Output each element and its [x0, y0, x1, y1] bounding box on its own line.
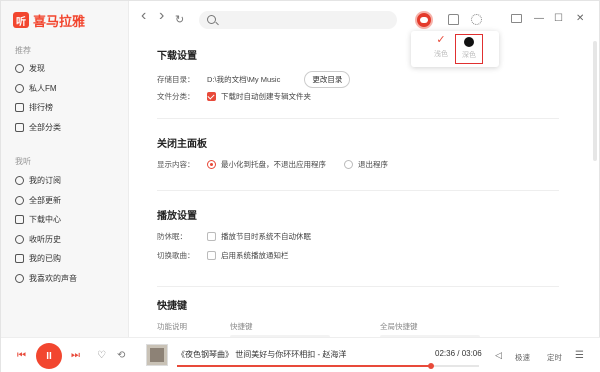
- minimize-tray-radio[interactable]: [207, 160, 216, 169]
- mini-mode-icon[interactable]: [511, 14, 522, 23]
- close-panel-title: 关闭主面板: [157, 139, 207, 150]
- search-icon: [207, 15, 216, 24]
- sidebar-item-subscriptions[interactable]: 我的订阅: [15, 171, 77, 191]
- loop-mode-button[interactable]: ⟲: [117, 350, 125, 361]
- playlist-button[interactable]: ☰: [575, 350, 584, 361]
- heart-icon: [15, 273, 24, 283]
- radio-icon: [15, 83, 24, 93]
- exit-program-radio[interactable]: [344, 160, 353, 169]
- sidebar: 听 喜马拉雅 推荐 发现 私人FM 排行榜 全部分类 我听 我的订阅 全部更新 …: [1, 1, 129, 337]
- progress-fill: [177, 365, 431, 367]
- close-button[interactable]: ✕: [576, 13, 584, 24]
- next-button[interactable]: ⏭: [71, 350, 80, 361]
- timer-button[interactable]: 定时: [547, 352, 562, 363]
- recommend-nav: 发现 私人FM 排行榜 全部分类: [15, 59, 61, 137]
- hotkey-header: 功能说明 快捷键 全局快捷键: [157, 321, 418, 332]
- settings-panel: 下载设置 存储目录： D:\我的文档\My Music 更改目录 文件分类： 下…: [129, 39, 599, 337]
- no-sleep-text: 播放节目时系统不自动休眠: [221, 232, 311, 241]
- exit-program-text: 退出程序: [358, 160, 388, 169]
- chart-icon: [15, 103, 24, 113]
- col-function: 功能说明: [157, 322, 187, 331]
- forward-button[interactable]: ›: [159, 8, 164, 24]
- app-logo[interactable]: 听 喜马拉雅: [13, 11, 85, 29]
- sidebar-item-ranking[interactable]: 排行榜: [15, 98, 61, 118]
- logo-text: 喜马拉雅: [33, 13, 86, 29]
- sidebar-item-fm[interactable]: 私人FM: [15, 79, 61, 99]
- notify-bar-checkbox[interactable]: [207, 251, 216, 260]
- subscribe-icon: [15, 176, 24, 186]
- minimize-tray-text: 最小化到托盘，不退出应用程序: [221, 160, 326, 169]
- sidebar-item-purchased[interactable]: 我的已购: [15, 249, 77, 269]
- refresh-icon: [15, 195, 24, 205]
- search-input[interactable]: [199, 11, 397, 29]
- switch-label: 切换歌曲：: [157, 251, 195, 260]
- sidebar-item-downloads[interactable]: 下载中心: [15, 210, 77, 230]
- download-title: 下载设置: [157, 51, 197, 62]
- song-title: 《夜色钢琴曲》 世间美好与你环环相扣 - 赵海洋: [177, 350, 347, 359]
- sleep-label: 防休眠：: [157, 232, 187, 241]
- download-icon: [15, 215, 24, 225]
- bag-icon: [15, 254, 24, 264]
- album-folder-text: 下载时自动创建专辑文件夹: [221, 92, 311, 101]
- maximize-button[interactable]: ☐: [554, 13, 563, 24]
- like-button[interactable]: ♡: [97, 350, 106, 361]
- sidebar-item-discover[interactable]: 发现: [15, 59, 61, 79]
- sidebar-item-categories[interactable]: 全部分类: [15, 118, 61, 138]
- refresh-button[interactable]: ↻: [175, 13, 184, 27]
- album-cover[interactable]: [146, 344, 168, 366]
- category-label: 文件分类：: [157, 92, 195, 101]
- col-global: 全局快捷键: [380, 322, 418, 331]
- mine-nav: 我的订阅 全部更新 下载中心 收听历史 我的已购 我喜欢的声音: [15, 171, 77, 288]
- sidebar-item-updates[interactable]: 全部更新: [15, 191, 77, 211]
- avatar[interactable]: [415, 11, 433, 29]
- sidebar-item-history[interactable]: 收听历史: [15, 230, 77, 250]
- album-folder-checkbox[interactable]: [207, 92, 216, 101]
- dir-label: 存储目录：: [157, 75, 195, 84]
- section-title-mine: 我听: [15, 157, 31, 166]
- quality-button[interactable]: 极速: [515, 352, 530, 363]
- minimize-button[interactable]: —: [534, 13, 544, 24]
- volume-icon[interactable]: ◁: [495, 350, 502, 361]
- hotkey-settings: 快捷键 功能说明 快捷键 全局快捷键: [157, 297, 559, 337]
- back-button[interactable]: ‹: [141, 8, 146, 24]
- display-label: 显示内容：: [157, 160, 195, 169]
- clock-icon: [15, 234, 24, 244]
- change-dir-button[interactable]: 更改目录: [304, 71, 351, 88]
- grid-icon: [15, 122, 24, 132]
- skin-icon[interactable]: [448, 14, 459, 25]
- player-bar: ⏮ II ⏭ ♡ ⟲ 《夜色钢琴曲》 世间美好与你环环相扣 - 赵海洋 02:3…: [1, 337, 600, 372]
- play-pause-button[interactable]: II: [36, 343, 62, 369]
- app-window: 听 喜马拉雅 推荐 发现 私人FM 排行榜 全部分类 我听 我的订阅 全部更新 …: [0, 0, 600, 372]
- no-sleep-checkbox[interactable]: [207, 232, 216, 241]
- compass-icon: [15, 64, 24, 74]
- logo-icon: 听: [13, 12, 29, 28]
- hotkey-title: 快捷键: [157, 301, 187, 312]
- notify-bar-text: 启用系统播放通知栏: [221, 251, 289, 260]
- progress-knob[interactable]: [427, 363, 434, 369]
- play-time: 02:36 / 03:06: [435, 349, 482, 358]
- gear-icon[interactable]: [471, 14, 482, 25]
- progress-bar[interactable]: [177, 363, 479, 369]
- playback-settings: 播放设置 防休眠： 播放节目时系统不自动休眠 切换歌曲： 启用系统播放通知栏: [157, 207, 559, 287]
- col-hotkey: 快捷键: [230, 322, 253, 331]
- close-panel-settings: 关闭主面板 显示内容： 最小化到托盘，不退出应用程序 退出程序: [157, 135, 559, 191]
- download-settings: 下载设置 存储目录： D:\我的文档\My Music 更改目录 文件分类： 下…: [157, 47, 559, 119]
- sidebar-item-liked[interactable]: 我喜欢的声音: [15, 269, 77, 289]
- dir-value: D:\我的文档\My Music: [207, 75, 281, 84]
- scrollbar[interactable]: [593, 41, 597, 161]
- prev-button[interactable]: ⏮: [17, 350, 26, 361]
- section-title-recommend: 推荐: [15, 46, 31, 55]
- playback-title: 播放设置: [157, 211, 197, 222]
